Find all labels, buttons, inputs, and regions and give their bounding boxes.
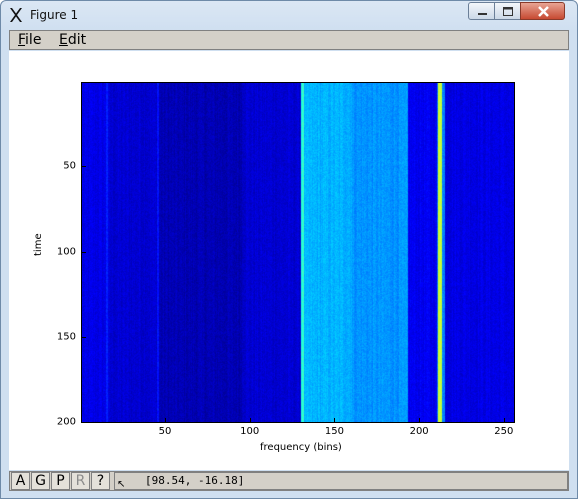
coordinate-status-field: ↖ [98.54, -16.18] xyxy=(114,472,568,490)
y-tick-label: 200 xyxy=(56,416,76,428)
tool-button-a[interactable]: A xyxy=(11,472,30,490)
spectrogram-image xyxy=(82,83,514,422)
x-tick-mark xyxy=(503,418,505,422)
cursor-coordinates: [98.54, -16.18] xyxy=(145,474,245,487)
window-title: Figure 1 xyxy=(30,8,79,22)
x-tick-label: 250 xyxy=(494,426,514,437)
menu-file-mnemonic: F xyxy=(18,32,26,48)
menu-bar: File Edit xyxy=(9,30,569,50)
y-axis-label: time xyxy=(33,233,44,256)
y-tick-mark xyxy=(82,166,86,168)
x-tick-label: 50 xyxy=(158,426,172,437)
y-tick-mark xyxy=(82,422,86,423)
tool-button-g[interactable]: G xyxy=(31,472,50,490)
close-icon xyxy=(538,6,549,17)
y-tick-label: 100 xyxy=(56,246,76,258)
menu-edit[interactable]: Edit xyxy=(59,32,86,48)
menu-file[interactable]: File xyxy=(18,32,41,48)
y-tick-label: 50 xyxy=(63,160,76,172)
x-tick-label: 150 xyxy=(324,426,344,437)
title-bar[interactable]: Figure 1 xyxy=(1,1,577,29)
x-tick-mark xyxy=(165,418,166,422)
help-button[interactable]: ? xyxy=(91,472,110,490)
maximize-icon xyxy=(503,7,513,16)
tool-button-r: R xyxy=(71,472,90,490)
menu-file-label: ile xyxy=(25,32,42,48)
y-tick-mark xyxy=(82,336,86,338)
figure-window: Figure 1 File Edit 50 100 150 200 250 50… xyxy=(0,0,578,499)
close-button[interactable] xyxy=(520,2,565,20)
cursor-icon: ↖ xyxy=(117,479,126,490)
menu-edit-label: dit xyxy=(67,32,87,48)
minimize-button[interactable] xyxy=(468,2,495,20)
x-tick-mark xyxy=(249,418,251,422)
menu-edit-mnemonic: E xyxy=(59,32,68,48)
y-tick-mark xyxy=(82,251,86,253)
y-tick-label: 150 xyxy=(56,331,76,343)
x-tick-mark xyxy=(419,418,421,422)
minimize-icon xyxy=(478,13,487,15)
plot-axes[interactable] xyxy=(81,82,515,423)
maximize-button[interactable] xyxy=(494,2,521,20)
x-axis-label: frequency (bins) xyxy=(260,442,342,453)
x-window-icon xyxy=(10,8,22,22)
tool-button-p[interactable]: P xyxy=(51,472,70,490)
x-tick-mark xyxy=(334,418,336,422)
figure-canvas[interactable]: 50 100 150 200 250 50 100 150 200 frequency (bi… xyxy=(9,51,569,470)
x-tick-label: 100 xyxy=(240,426,260,437)
x-tick-label: 200 xyxy=(409,426,429,437)
figure-toolbar: A G P R ? ↖ [98.54, -16.18] xyxy=(9,471,569,491)
